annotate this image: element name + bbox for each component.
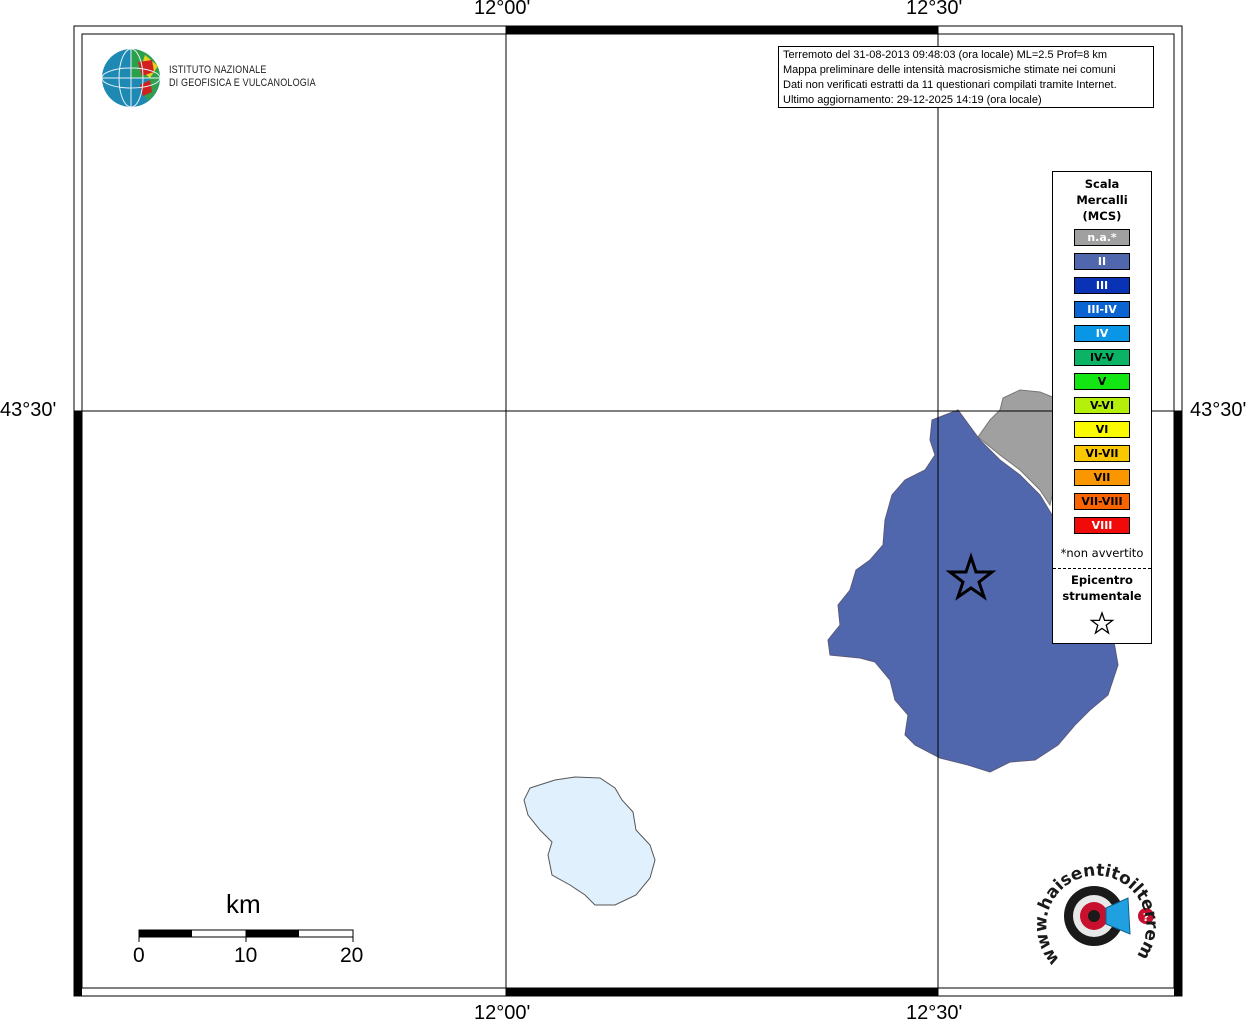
legend-class-iii: III xyxy=(1074,277,1130,294)
legend-class-v-vi: V-VI xyxy=(1074,397,1130,414)
legend-class-na: n.a.* xyxy=(1074,229,1130,246)
legend-note: *non avvertito xyxy=(1060,546,1144,560)
info-line4: Ultimo aggiornamento: 29-12-2025 14:19 (… xyxy=(783,94,1042,106)
coord-top-12-00: 12°00' xyxy=(474,0,531,19)
legend-class-ii: II xyxy=(1074,253,1130,270)
scale-label-20: 20 xyxy=(340,944,364,967)
legend-divider xyxy=(1053,568,1151,569)
legend-class-vii-viii: VII-VIII xyxy=(1074,493,1130,510)
coord-left-43-30: 43°30' xyxy=(0,399,57,421)
legend-class-vii: VII xyxy=(1074,469,1130,486)
scale-unit: km xyxy=(226,889,261,919)
coord-bottom-12-30: 12°30' xyxy=(906,1002,963,1024)
coord-bottom-12-00: 12°00' xyxy=(474,1002,531,1024)
info-line2: Mappa preliminare delle intensità macros… xyxy=(783,64,1116,76)
earthquake-info-box: Terremoto del 31-08-2013 09:48:03 (ora l… xyxy=(778,46,1154,108)
coord-right-43-30: 43°30' xyxy=(1190,399,1247,421)
institute-line2: DI GEOFISICA E VULCANOLOGIA xyxy=(169,77,316,89)
legend-class-iii-iv: III-IV xyxy=(1074,301,1130,318)
legend-star-icon xyxy=(1089,611,1115,635)
lake-shape xyxy=(523,776,656,906)
legend-class-iv-v: IV-V xyxy=(1074,349,1130,366)
scale-label-0: 0 xyxy=(133,944,145,967)
legend-title: Scala Mercalli (MCS) xyxy=(1076,177,1128,223)
legend-class-viii: VIII xyxy=(1074,517,1130,534)
legend-class-vi: VI xyxy=(1074,421,1130,438)
scale-bar xyxy=(138,929,354,942)
mcs-legend: Scala Mercalli (MCS) n.a.* II III III-IV IV I… xyxy=(1052,171,1152,644)
scale-label-10: 10 xyxy=(234,944,258,967)
legend-epicenter-label: Epicentro strumentale xyxy=(1062,573,1142,603)
institute-line1: ISTITUTO NAZIONALE xyxy=(169,64,267,76)
info-line1: Terremoto del 31-08-2013 09:48:03 (ora l… xyxy=(783,49,1108,61)
legend-class-v: V xyxy=(1074,373,1130,390)
ingv-globe-icon xyxy=(101,48,161,108)
info-line3: Dati non verificati estratti da 11 quest… xyxy=(783,79,1117,91)
legend-class-vi-vii: VI-VII xyxy=(1074,445,1130,462)
legend-class-iv: IV xyxy=(1074,325,1130,342)
institute-name: ISTITUTO NAZIONALE DI GEOFISICA E VULCAN… xyxy=(169,64,316,90)
coord-top-12-30: 12°30' xyxy=(906,0,963,19)
